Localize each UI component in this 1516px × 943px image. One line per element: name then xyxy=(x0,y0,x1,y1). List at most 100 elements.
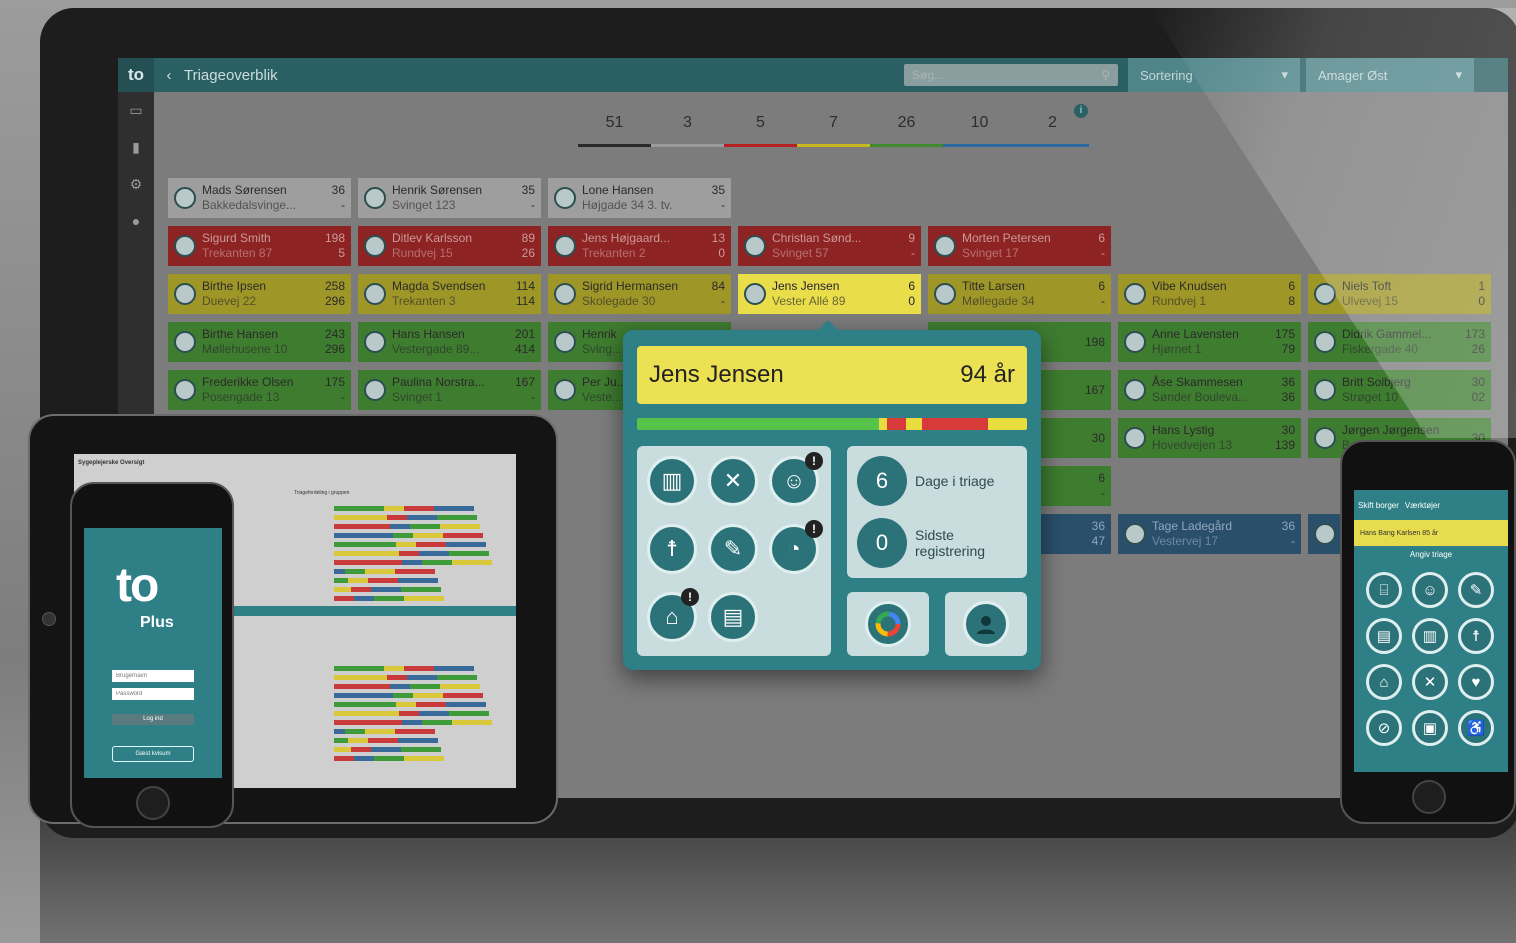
card-text: Vibe Knudsen Rundvej 1 xyxy=(1152,279,1288,309)
tools-tab[interactable]: Værktøjer xyxy=(1405,501,1440,510)
info-icon[interactable]: i xyxy=(1074,104,1088,118)
patient-card[interactable]: Jens Højgaard... Trekanten 2 13 0 xyxy=(548,226,731,266)
login-button[interactable]: Log ind xyxy=(112,714,194,725)
patient-card[interactable]: Mads Sørensen Bakkedalsvinge... 36- xyxy=(168,178,351,218)
patient-card[interactable]: Lone Hansen Højgade 34 3. tv. 35- xyxy=(548,178,731,218)
card-days: 175 xyxy=(324,375,345,389)
password-field[interactable] xyxy=(112,688,194,700)
patient-card[interactable]: Birthe Ipsen Duevej 22 258 296 xyxy=(168,274,351,314)
card-last: 47 xyxy=(1091,534,1105,548)
triage-heading: Angiv triage xyxy=(1409,550,1453,559)
patient-card[interactable]: Magda Svendsen Trekanten 3 114 114 xyxy=(358,274,541,314)
card-view-icon[interactable]: ▭ xyxy=(129,102,142,119)
tablet-chart-row xyxy=(334,569,504,574)
patient-card[interactable]: Anne Lavensten Hjørnet 1 175 79 xyxy=(1118,322,1301,362)
chart-icon[interactable]: ▥ xyxy=(647,456,697,506)
chair-icon[interactable]: ⌸ xyxy=(1366,572,1402,608)
patient-card[interactable]: Didrik Gammel... Fiskergade 40 173 26 xyxy=(1308,322,1491,362)
clipboard-icon[interactable]: ▤ xyxy=(1366,618,1402,654)
triage-counter[interactable]: 26 xyxy=(870,114,943,155)
patient-card[interactable]: Paulina Norstra... Svinget 1 167- xyxy=(358,370,541,410)
card-last: - xyxy=(911,246,915,260)
avatar-icon xyxy=(554,187,576,209)
triage-stats: 6 Dage i triage 0 Sidste registrering xyxy=(847,446,1027,578)
card-text: Henrik Sørensen Svinget 123 xyxy=(392,183,522,213)
house-icon[interactable]: ⌂ xyxy=(1366,664,1402,700)
clipboard-icon[interactable]: ▤ xyxy=(708,592,758,642)
google-button[interactable] xyxy=(847,592,929,656)
patient-card[interactable]: Britt Solbjerg Strøget 10 30 02 xyxy=(1308,370,1491,410)
patient-card[interactable]: Frederikke Olsen Posengade 13 175- xyxy=(168,370,351,410)
patient-card[interactable]: Tage Ladegård Vestervej 17 36- xyxy=(1118,514,1301,554)
no-walk-icon[interactable]: ⊘ xyxy=(1366,710,1402,746)
face-icon[interactable]: ☺ xyxy=(1412,572,1448,608)
patient-card[interactable]: Vibe Knudsen Rundvej 168 xyxy=(1118,274,1301,314)
tablet-chart-row xyxy=(334,738,504,743)
sort-dropdown[interactable]: Sortering ▾ xyxy=(1128,58,1300,92)
counter-underline xyxy=(870,144,943,147)
patient-card[interactable]: Henrik Sørensen Svinget 123 35- xyxy=(358,178,541,218)
avatar-icon xyxy=(174,283,196,305)
triage-counter[interactable]: 2 xyxy=(1016,114,1089,155)
avatar-icon xyxy=(1314,283,1336,305)
patient-card[interactable]: Titte Larsen Møllegade 34 6- xyxy=(928,274,1111,314)
bar-chart-icon[interactable]: ▮ xyxy=(132,139,140,156)
patient-popup: Jens Jensen 94 år ▥ ✕ ☺ ! ☨ ✎ ◔ ! ⌂ ! ▤ … xyxy=(623,320,1041,670)
patient-card[interactable]: Morten Petersen Svinget 17 6- xyxy=(928,226,1111,266)
search-input[interactable]: Søg... ⚲ xyxy=(904,64,1118,86)
patient-profile-button[interactable] xyxy=(945,592,1027,656)
triage-counter[interactable]: 3 xyxy=(651,114,724,155)
patient-card[interactable]: Hans Lystig Hovedvejen 13 30 139 xyxy=(1118,418,1301,458)
patient-card[interactable]: Sigrid Hermansen Skolegade 30 84- xyxy=(548,274,731,314)
wheelchair-icon[interactable]: ♿ xyxy=(1458,710,1494,746)
tablet-chart-row xyxy=(334,720,504,725)
pen-icon[interactable]: ✎ xyxy=(1458,572,1494,608)
patient-card[interactable]: Niels Toft Ulvevej 15 1 0 xyxy=(1308,274,1491,314)
card-numbers: 35- xyxy=(712,183,725,213)
card-name: Jens Jensen xyxy=(772,279,840,293)
triage-counter[interactable]: 10 xyxy=(943,114,1016,155)
card-numbers: 6- xyxy=(1098,471,1105,501)
patient-card[interactable]: Ditlev Karlsson Rundvej 15 89 26 xyxy=(358,226,541,266)
home-button[interactable] xyxy=(1412,780,1446,814)
patient-card[interactable]: Hans Hansen Vestergade 89... 201 414 xyxy=(358,322,541,362)
card-numbers: 30 139 xyxy=(1275,423,1295,453)
patient-card[interactable]: Birthe Hansen Møllehusene 10 243 296 xyxy=(168,322,351,362)
card-numbers: 13 0 xyxy=(712,231,725,261)
switch-citizen-tab[interactable]: Skift borger xyxy=(1358,501,1399,510)
guest-button[interactable]: Gæst kvisum xyxy=(112,746,194,762)
app-logo[interactable]: to xyxy=(118,58,154,92)
triage-counter[interactable]: 5 xyxy=(724,114,797,155)
avatar-icon xyxy=(1124,427,1146,449)
counter-value: 5 xyxy=(756,114,765,131)
patient-card[interactable]: Jens Jensen Vester Allé 89 6 0 xyxy=(738,274,921,314)
patient-card[interactable]: Åse Skammesen Sønder Boulevа... 36 36 xyxy=(1118,370,1301,410)
card-text: Mads Sørensen Bakkedalsvinge... xyxy=(202,183,332,213)
avatar-icon xyxy=(364,331,386,353)
card-days: 114 xyxy=(515,279,535,293)
last-label: Sidste registrering xyxy=(915,527,986,559)
scale-icon[interactable]: ▣ xyxy=(1412,710,1448,746)
pen-icon[interactable]: ✎ xyxy=(708,524,758,574)
card-address: Sønder Boulevа... xyxy=(1152,390,1249,404)
area-dropdown[interactable]: Amager Øst ▾ xyxy=(1306,58,1474,92)
username-field[interactable] xyxy=(112,670,194,682)
gear-icon[interactable]: ⚙ xyxy=(130,176,143,193)
fork-knife-icon[interactable]: ✕ xyxy=(708,456,758,506)
triage-counter[interactable]: 51 xyxy=(578,114,651,155)
chevron-down-icon: ▾ xyxy=(1455,67,1462,82)
card-text: Britt Solbjerg Strøget 10 xyxy=(1342,375,1472,405)
heart-icon[interactable]: ♥ xyxy=(1458,664,1494,700)
patient-card[interactable]: Sigurd Smith Trekanten 87 198 5 xyxy=(168,226,351,266)
home-button[interactable] xyxy=(136,786,170,820)
person-icon[interactable]: ☨ xyxy=(647,524,697,574)
tablet-chart-row xyxy=(334,587,504,592)
chevron-left-icon[interactable]: ‹ xyxy=(154,67,184,84)
patient-card[interactable]: Christian Sønd... Svinget 57 9- xyxy=(738,226,921,266)
tablet-chart-row xyxy=(334,702,504,707)
user-icon[interactable]: ● xyxy=(132,213,140,229)
chart-icon[interactable]: ▥ xyxy=(1412,618,1448,654)
person-icon[interactable]: ☨ xyxy=(1458,618,1494,654)
fork-knife-icon[interactable]: ✕ xyxy=(1412,664,1448,700)
triage-counter[interactable]: 7 xyxy=(797,114,870,155)
